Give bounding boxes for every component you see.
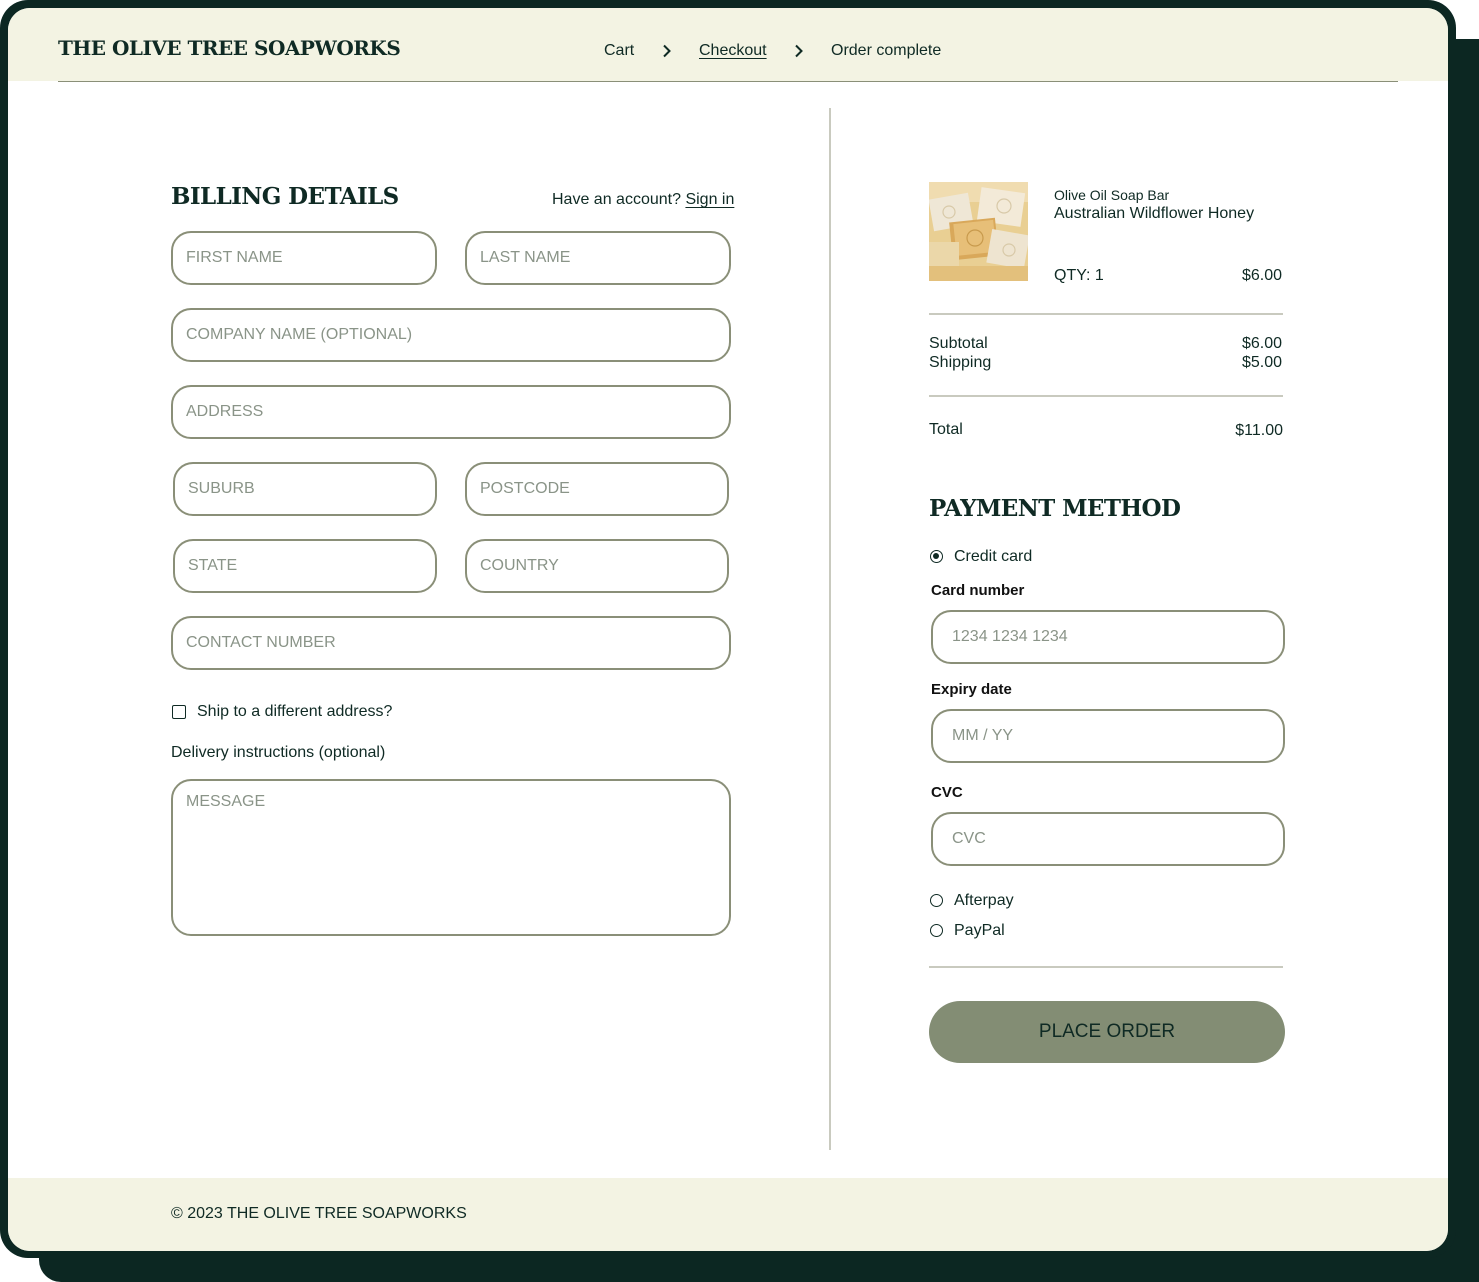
shipping-label: Shipping: [929, 354, 992, 371]
shipping-value: $5.00: [1241, 354, 1282, 371]
subtotal-label: Subtotal: [929, 335, 988, 352]
suburb-input[interactable]: [173, 462, 437, 516]
footer-copyright: © 2023 THE OLIVE TREE SOAPWORKS: [171, 1205, 467, 1222]
paypal-label[interactable]: PayPal: [954, 922, 1005, 940]
sign-in-link[interactable]: Sign in: [685, 191, 734, 208]
cvc-label: CVC: [931, 784, 963, 801]
first-name-input[interactable]: [171, 231, 437, 285]
site-header: THE OLIVE TREE SOAPWORKS Cart Checkout O…: [8, 8, 1448, 81]
brand-logo[interactable]: THE OLIVE TREE SOAPWORKS: [58, 36, 401, 60]
total-value: $11.00: [1235, 422, 1283, 439]
soap-bars-image: [929, 182, 1028, 281]
summary-divider: [929, 395, 1283, 397]
payment-divider: [929, 966, 1283, 968]
breadcrumb-order-complete: Order complete: [831, 42, 942, 59]
ship-different-label[interactable]: Ship to a different address?: [197, 703, 392, 721]
breadcrumb-cart[interactable]: Cart: [604, 42, 634, 60]
chevron-right-icon: [795, 44, 803, 58]
account-prompt-text: Have an account?: [552, 191, 681, 208]
place-order-button[interactable]: PLACE ORDER: [929, 1001, 1285, 1063]
chevron-right-icon: [663, 44, 671, 58]
company-name-input[interactable]: [171, 308, 731, 362]
breadcrumb-checkout[interactable]: Checkout: [699, 42, 767, 60]
last-name-input[interactable]: [465, 231, 731, 285]
afterpay-radio[interactable]: [930, 894, 943, 907]
credit-card-radio[interactable]: [930, 550, 943, 563]
message-textarea[interactable]: [171, 779, 731, 936]
delivery-instructions-label: Delivery instructions (optional): [171, 744, 386, 761]
payment-heading: PAYMENT METHOD: [929, 495, 1181, 522]
summary-divider: [929, 313, 1283, 315]
cvc-input[interactable]: [931, 812, 1285, 866]
address-input[interactable]: [171, 385, 731, 439]
product-name: Australian Wildflower Honey: [1054, 205, 1255, 222]
header-divider: [58, 81, 1398, 82]
checkout-page: THE OLIVE TREE SOAPWORKS Cart Checkout O…: [8, 8, 1448, 1251]
card-number-input[interactable]: [931, 610, 1285, 664]
afterpay-label[interactable]: Afterpay: [954, 892, 1014, 910]
soap-bars-icon: [929, 182, 1028, 281]
postcode-input[interactable]: [465, 462, 729, 516]
contact-number-input[interactable]: [171, 616, 731, 670]
expiry-date-label: Expiry date: [931, 681, 1012, 698]
account-prompt: Have an account? Sign in: [552, 191, 734, 209]
state-input[interactable]: [173, 539, 437, 593]
country-input[interactable]: [465, 539, 729, 593]
site-footer: © 2023 THE OLIVE TREE SOAPWORKS: [8, 1178, 1448, 1251]
paypal-radio[interactable]: [930, 924, 943, 937]
product-price: $6.00: [1241, 267, 1282, 284]
expiry-date-input[interactable]: [931, 709, 1285, 763]
product-category: Olive Oil Soap Bar: [1054, 187, 1170, 203]
product-qty: QTY: 1: [1054, 267, 1104, 284]
ship-different-checkbox[interactable]: [172, 705, 186, 719]
total-label: Total: [929, 421, 963, 438]
column-divider: [829, 108, 831, 1150]
card-number-label: Card number: [931, 582, 1025, 599]
subtotal-value: $6.00: [1241, 335, 1282, 352]
billing-heading: BILLING DETAILS: [171, 183, 399, 210]
credit-card-label[interactable]: Credit card: [954, 548, 1032, 566]
